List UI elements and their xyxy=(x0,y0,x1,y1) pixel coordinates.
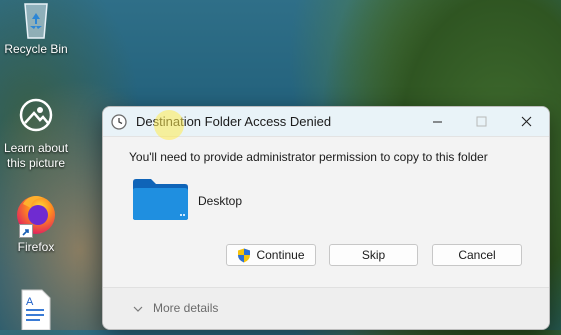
maximize-icon xyxy=(476,116,486,127)
desktop-icon-firefox[interactable]: Firefox xyxy=(0,190,76,255)
recycle-bin-icon xyxy=(16,0,56,40)
permission-message: You'll need to provide administrator per… xyxy=(129,150,488,164)
desktop-icon-document[interactable]: A xyxy=(20,289,52,331)
dialog-footer: More details xyxy=(103,287,549,329)
minimize-icon xyxy=(432,121,442,123)
firefox-label: Firefox xyxy=(17,240,55,254)
continue-button[interactable]: Continue xyxy=(226,244,316,266)
firefox-icon xyxy=(13,190,59,238)
desktop-icon-learn-picture[interactable]: Learn about this picture xyxy=(0,98,76,171)
learn-picture-icon xyxy=(19,98,53,132)
cursor-highlight xyxy=(154,110,184,140)
folder-icon xyxy=(132,178,189,226)
close-button[interactable] xyxy=(503,107,549,136)
clock-icon xyxy=(111,113,127,130)
continue-label: Continue xyxy=(256,248,305,262)
folder-name: Desktop xyxy=(198,194,243,208)
recycle-bin-label: Recycle Bin xyxy=(4,42,68,56)
close-icon xyxy=(521,116,531,127)
learn-picture-label: Learn about this picture xyxy=(3,141,69,170)
more-details-toggle[interactable]: More details xyxy=(133,301,218,315)
desktop-icon-recycle-bin[interactable]: Recycle Bin xyxy=(0,0,76,57)
shortcut-arrow-icon xyxy=(19,224,33,238)
cancel-button[interactable]: Cancel xyxy=(432,244,522,266)
minimize-button[interactable] xyxy=(414,107,460,136)
chevron-down-icon xyxy=(133,303,143,313)
document-icon: A xyxy=(20,289,52,335)
uac-shield-icon xyxy=(237,248,251,263)
maximize-button xyxy=(458,107,504,136)
more-details-label: More details xyxy=(153,301,219,315)
svg-text:A: A xyxy=(26,296,34,308)
skip-button[interactable]: Skip xyxy=(329,244,418,266)
